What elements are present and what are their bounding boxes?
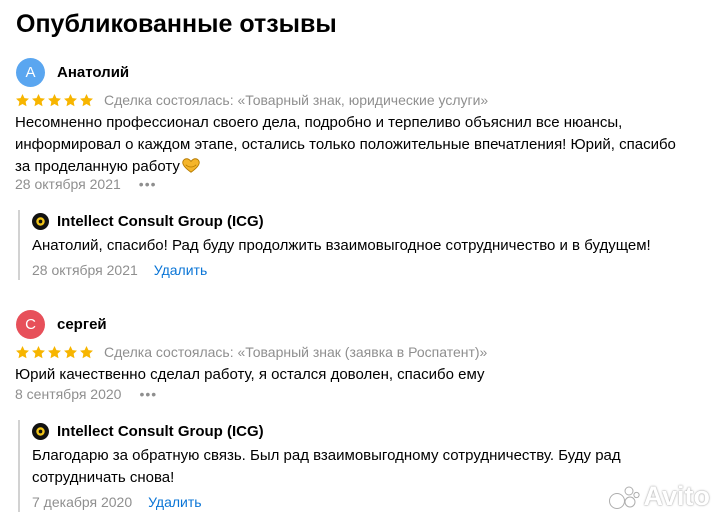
review-text: Несомненно профессионал своего дела, под…: [15, 112, 685, 178]
delete-reply-link[interactable]: Удалить: [154, 262, 207, 278]
company-logo-icon[interactable]: [32, 422, 49, 440]
author-name[interactable]: сергей: [57, 316, 107, 333]
star-icon: [48, 93, 61, 106]
star-icon: [80, 345, 93, 358]
company-name[interactable]: Intellect Consult Group (ICG): [57, 423, 264, 440]
avatar[interactable]: А: [16, 57, 45, 87]
review-date: 8 сентября 2020: [15, 386, 122, 402]
reply-meta: 7 декабря 2020 Удалить: [32, 492, 698, 512]
reply-header: Intellect Consult Group (ICG): [32, 420, 698, 442]
seller-reply: Intellect Consult Group (ICG) Анатолий, …: [18, 210, 698, 280]
reply-header: Intellect Consult Group (ICG): [32, 210, 698, 232]
reply-date: 7 декабря 2020: [32, 494, 133, 510]
review-meta: 28 октября 2021 •••: [15, 176, 157, 192]
avito-watermark: Avito: [608, 481, 711, 512]
rating-stars: [15, 345, 95, 360]
review-text-content: Несомненно профессионал своего дела, под…: [15, 114, 676, 175]
company-logo-icon[interactable]: [32, 212, 49, 230]
deal-info: Сделка состоялась: «Товарный знак, юриди…: [104, 92, 489, 108]
watermark-text: Avito: [643, 481, 711, 511]
star-icon: [48, 345, 61, 358]
review-text: Юрий качественно сделал работу, я осталс…: [15, 364, 685, 386]
reply-meta: 28 октября 2021 Удалить: [32, 260, 698, 280]
star-icon: [64, 93, 77, 106]
star-icon: [16, 93, 29, 106]
heart-hands-icon: [182, 158, 200, 173]
star-icon: [32, 93, 45, 106]
reply-date: 28 октября 2021: [32, 262, 138, 278]
reply-text: Благодарю за обратную связь. Был рад вза…: [32, 447, 621, 486]
company-name[interactable]: Intellect Consult Group (ICG): [57, 213, 264, 230]
rating-row: Сделка состоялась: «Товарный знак, юриди…: [15, 92, 488, 108]
rating-stars: [15, 93, 95, 108]
review-meta: 8 сентября 2020 •••: [15, 386, 157, 402]
rating-row: Сделка состоялась: «Товарный знак (заявк…: [15, 344, 487, 360]
deal-info: Сделка состоялась: «Товарный знак (заявк…: [104, 344, 488, 360]
delete-reply-link[interactable]: Удалить: [148, 494, 201, 510]
star-icon: [80, 93, 93, 106]
avatar[interactable]: С: [16, 309, 45, 339]
page-title: Опубликованные отзывы: [16, 10, 337, 38]
more-options-button[interactable]: •••: [139, 386, 157, 402]
author-name[interactable]: Анатолий: [57, 64, 129, 81]
reply-text: Анатолий, спасибо! Рад буду продолжить в…: [32, 237, 651, 254]
star-icon: [64, 345, 77, 358]
review-author: С сергей: [16, 309, 107, 339]
review-text-content: Юрий качественно сделал работу, я осталс…: [15, 366, 485, 383]
more-options-button[interactable]: •••: [139, 176, 157, 192]
star-icon: [16, 345, 29, 358]
avatar-letter: А: [25, 63, 36, 81]
seller-reply: Intellect Consult Group (ICG) Благодарю …: [18, 420, 698, 512]
avatar-letter: С: [25, 315, 36, 333]
avito-logo-icon: [608, 486, 640, 509]
star-icon: [32, 345, 45, 358]
review-date: 28 октября 2021: [15, 176, 121, 192]
review-author: А Анатолий: [16, 57, 129, 87]
